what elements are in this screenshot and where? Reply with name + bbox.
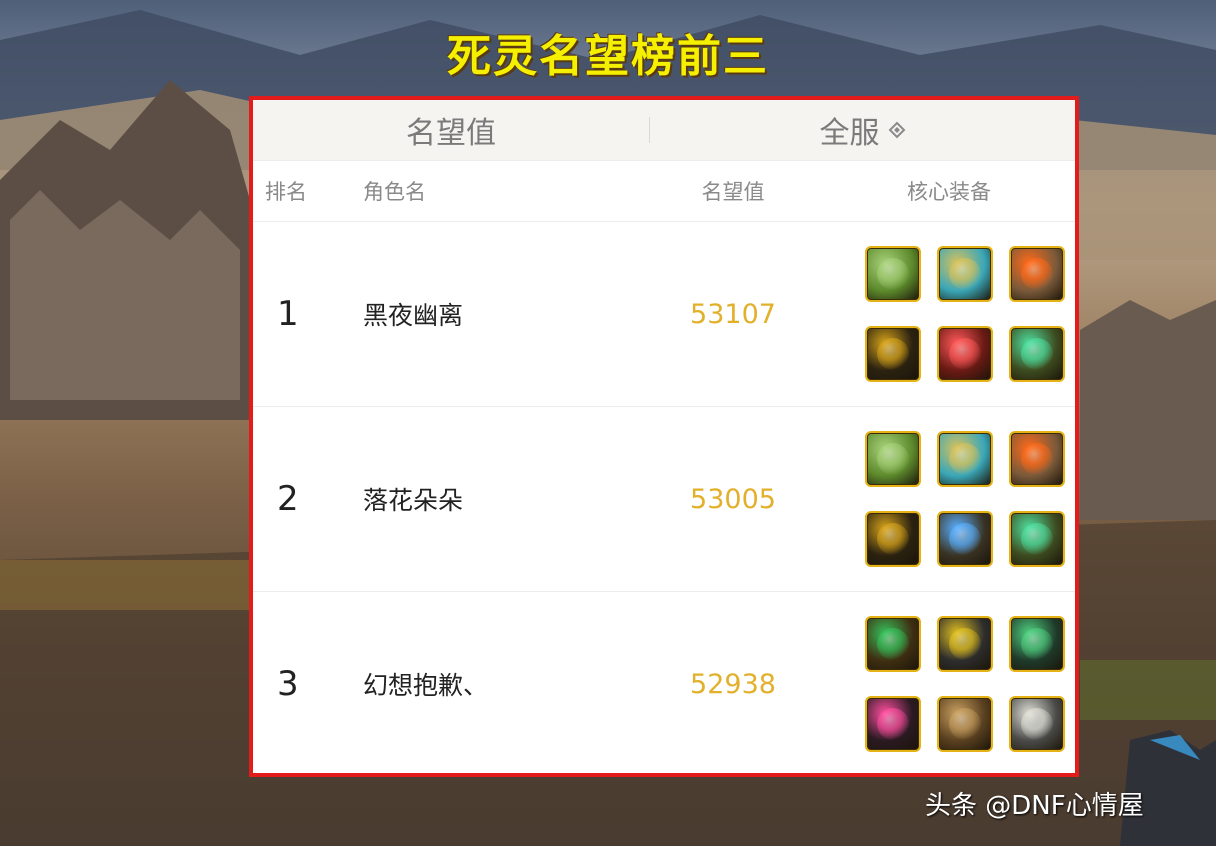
jade-armor-icon[interactable] (1009, 511, 1065, 567)
equipment-grid (865, 431, 1065, 567)
table-row[interactable]: 1 黑夜幽离 53107 (253, 222, 1075, 407)
goblin-helmet-glyph (877, 258, 909, 290)
crystal-stone-icon[interactable] (937, 246, 993, 302)
character-name: 落花朵朵 (363, 486, 464, 515)
bronze-armor-icon[interactable] (937, 696, 993, 752)
silver-gauntlet-glyph (1021, 708, 1053, 740)
table-row[interactable]: 2 落花朵朵 53005 (253, 407, 1075, 592)
dark-armor-icon[interactable] (865, 511, 921, 567)
rank-number: 3 (277, 664, 299, 704)
character-name: 幻想抱歉、 (363, 671, 489, 700)
blue-gem-chestplate-icon[interactable] (937, 511, 993, 567)
atom-orb-glyph (1021, 258, 1053, 290)
ranking-panel: 名望值 全服 排名 角色名 名望值 核心装备 1 黑夜幽离 53107 2 落花… (249, 96, 1079, 777)
equipment-grid (865, 616, 1065, 752)
emerald-claw-glyph (877, 628, 909, 660)
dark-branch-icon[interactable] (937, 616, 993, 672)
atom-orb-icon[interactable] (1009, 246, 1065, 302)
crystal-stone-glyph (949, 443, 981, 475)
watermark-text: 头条 @DNF心情屋 (925, 791, 1144, 821)
emerald-claw-icon[interactable] (865, 616, 921, 672)
dark-armor-glyph (877, 523, 909, 555)
green-ring-icon[interactable] (1009, 616, 1065, 672)
fame-score: 53107 (690, 298, 776, 330)
sort-tab-fame[interactable]: 名望值 (253, 108, 649, 152)
rank-number: 2 (277, 479, 299, 519)
jade-armor-glyph (1021, 338, 1053, 370)
blue-gem-chestplate-glyph (949, 523, 981, 555)
pink-bracer-glyph (877, 708, 909, 740)
ranking-list: 1 黑夜幽离 53107 2 落花朵朵 53005 3 幻想抱歉、 52938 (253, 222, 1075, 776)
column-header-name: 角色名 (363, 180, 426, 204)
jade-armor-icon[interactable] (1009, 326, 1065, 382)
dropdown-diamond-icon (888, 121, 905, 139)
table-header: 排名 角色名 名望值 核心装备 (253, 161, 1075, 222)
goblin-helmet-glyph (877, 443, 909, 475)
column-header-score: 名望值 (701, 180, 765, 204)
rank-number: 1 (277, 294, 299, 334)
column-header-equipment: 核心装备 (907, 180, 991, 204)
crimson-core-icon[interactable] (937, 326, 993, 382)
page-title: 死灵名望榜前三 (447, 31, 769, 82)
atom-orb-glyph (1021, 443, 1053, 475)
goblin-helmet-icon[interactable] (865, 246, 921, 302)
dark-armor-glyph (877, 338, 909, 370)
dark-armor-icon[interactable] (865, 326, 921, 382)
pink-bracer-icon[interactable] (865, 696, 921, 752)
goblin-helmet-icon[interactable] (865, 431, 921, 487)
fame-score: 53005 (690, 483, 776, 515)
silver-gauntlet-icon[interactable] (1009, 696, 1065, 752)
fame-score: 52938 (690, 668, 776, 700)
server-filter-dropdown[interactable]: 全服 (650, 108, 1075, 152)
crimson-core-glyph (949, 338, 981, 370)
equipment-grid (865, 246, 1065, 382)
bronze-armor-glyph (949, 708, 981, 740)
table-row[interactable]: 3 幻想抱歉、 52938 (253, 592, 1075, 776)
green-ring-glyph (1021, 628, 1053, 660)
dark-branch-glyph (949, 628, 981, 660)
column-header-rank: 排名 (265, 180, 307, 204)
atom-orb-icon[interactable] (1009, 431, 1065, 487)
server-filter-label: 全服 (819, 116, 880, 151)
crystal-stone-glyph (949, 258, 981, 290)
character-name: 黑夜幽离 (363, 301, 464, 330)
crystal-stone-icon[interactable] (937, 431, 993, 487)
jade-armor-glyph (1021, 523, 1053, 555)
filter-bar: 名望值 全服 (253, 100, 1075, 161)
